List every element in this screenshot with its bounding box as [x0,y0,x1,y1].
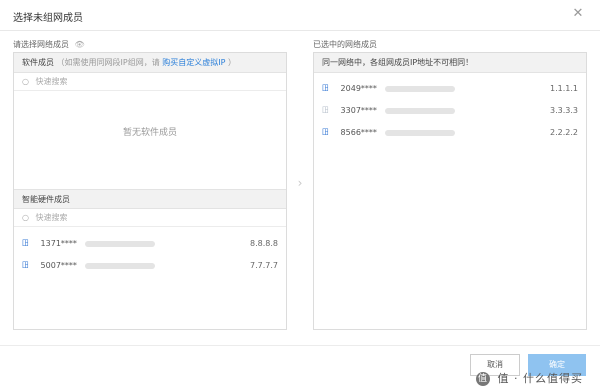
search-icon: ○ [22,77,29,86]
move-right-arrow-icon[interactable]: › [293,176,307,190]
router-icon: ꖸ [322,128,329,138]
hardware-search-input[interactable]: ○ 快速搜索 [14,209,286,227]
software-empty-text: 暂无软件成员 [122,128,177,138]
software-title: 软件成员 [22,58,54,67]
selected-item-3-id: 8566**** [340,128,377,137]
left-section-text: 请选择网络成员 [13,40,69,49]
buy-virtual-ip-link[interactable]: 购买自定义虚拟IP [162,58,225,67]
hardware-header: 智能硬件成员 [14,189,286,209]
software-search-input[interactable]: ○ 快速搜索 [14,73,286,91]
watermark-logo-icon: 值 [476,372,490,386]
left-panel: 软件成员 （如需使用同网段IP组网，请 购买自定义虚拟IP ） ○ 快速搜索 暂… [13,52,287,330]
router-icon: ꖸ [22,261,29,271]
router-icon: ꖸ [22,239,29,249]
selected-item-3[interactable]: ꖸ 8566**** 2.2.2.2 [314,122,586,144]
selected-item-2[interactable]: ꖸ 3307**** 3.3.3.3 [314,100,586,122]
title-divider [0,30,600,31]
selected-item-2-name-blur [385,107,456,114]
search-icon: ○ [22,213,29,222]
footer-divider [0,345,600,346]
hardware-item-1-name-blur [85,240,156,247]
hardware-item-2[interactable]: ꖸ 5007**** 7.7.7.7 [14,255,286,277]
software-hint-end: ） [228,58,237,67]
right-section-label: 已选中的网络成员 [313,40,377,49]
hardware-search-placeholder: 快速搜索 [35,213,68,222]
router-icon: ꖸ [322,84,329,94]
selected-item-1-name-blur [385,85,456,92]
left-section-label: 请选择网络成员 👁 [13,39,85,50]
selected-item-1-ip: 1.1.1.1 [550,84,578,93]
watermark-text: 值 · 什么值得买 [497,372,583,385]
right-panel: 同一网络中，各组网成员IP地址不可相同！ ꖸ 2049**** 1.1.1.1 … [313,52,587,330]
software-search-placeholder: 快速搜索 [35,77,68,86]
hardware-item-1[interactable]: ꖸ 1371**** 8.8.8.8 [14,233,286,255]
eye-icon[interactable]: 👁 [75,40,85,49]
hardware-item-2-name-blur [85,262,156,269]
right-panel-header: 同一网络中，各组网成员IP地址不可相同！ [314,53,586,73]
selected-item-3-ip: 2.2.2.2 [550,128,578,137]
hardware-item-2-ip: 7.7.7.7 [250,261,278,270]
watermark: 值 值 · 什么值得买 [476,370,583,386]
selected-item-2-ip: 3.3.3.3 [550,106,578,115]
selected-item-3-name-blur [385,129,456,136]
software-empty-area: 暂无软件成员 [14,91,286,189]
selected-item-1-id: 2049**** [340,84,377,93]
dialog-title: 选择未组网成员 [13,13,83,24]
selected-item-1[interactable]: ꖸ 2049**** 1.1.1.1 [314,78,586,100]
close-icon[interactable]: ✕ [571,7,585,21]
software-hint: （如需使用同网段IP组网，请 [56,58,160,67]
hardware-item-2-id: 5007**** [40,261,77,270]
hardware-item-1-ip: 8.8.8.8 [250,239,278,248]
router-icon: ꖸ [322,106,329,116]
software-header: 软件成员 （如需使用同网段IP组网，请 购买自定义虚拟IP ） [14,53,286,73]
selected-item-2-id: 3307**** [340,106,377,115]
hardware-item-1-id: 1371**** [40,239,77,248]
